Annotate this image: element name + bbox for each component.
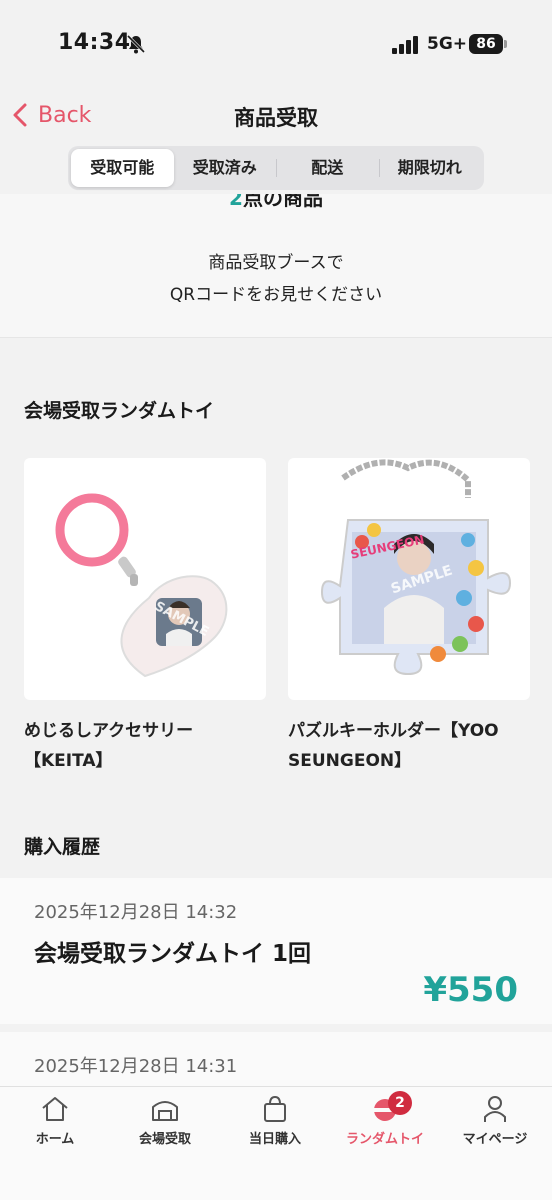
battery-icon: 86: [469, 34, 503, 54]
network-label: 5G+: [427, 34, 468, 54]
product-name-keita-line-2: 【KEITA】: [24, 751, 113, 771]
qr-instruction-card: 2点の商品 商品受取ブースで QRコードをお見せください: [0, 194, 552, 338]
product-name-seungeon-line-1: パズルキーホルダー【YOO: [288, 721, 499, 741]
product-name-seungeon: パズルキーホルダー【YOO SEUNGEON】: [288, 716, 538, 776]
tab-my-page[interactable]: マイページ: [440, 1095, 550, 1147]
product-name-seungeon-line-2: SEUNGEON】: [288, 751, 412, 771]
product-image-keychain: [55, 493, 228, 678]
receive-status-tabs: 受取可能 受取済み 配送 期限切れ: [68, 146, 484, 190]
tab-random-toy-label: ランダムトイ: [345, 1132, 424, 1147]
bottom-tab-bar: ホーム 会場受取 当日購入 2 ランダムトイ マイページ: [0, 1086, 552, 1200]
item-count-number: 2: [229, 194, 243, 210]
qr-instruction-line-2: QRコードをお見せください: [169, 285, 383, 305]
tab-my-page-label: マイページ: [462, 1132, 528, 1147]
random-toy-section-title: 会場受取ランダムトイ: [24, 400, 215, 422]
product-card-keita[interactable]: SAMPLE: [24, 458, 266, 700]
shopping-bag-icon: [264, 1095, 286, 1122]
tab-expired[interactable]: 期限切れ: [378, 149, 482, 187]
history-datetime: 2025年12月28日 14:31: [34, 1056, 238, 1077]
tab-received[interactable]: 受取済み: [174, 149, 277, 187]
status-time: 14:34: [58, 30, 131, 55]
signal-icon: [392, 36, 418, 54]
product-name-keita-line-1: めじるしアクセサリー: [24, 721, 194, 741]
history-entry[interactable]: 2025年12月28日 14:32 会場受取ランダムトイ 1回 ¥550: [0, 878, 552, 1024]
status-bar: 14:34 5G+ 86: [0, 0, 552, 84]
battery-tip: [504, 40, 507, 48]
product-name-keita: めじるしアクセサリー 【KEITA】: [24, 716, 274, 776]
tab-shipping[interactable]: 配送: [276, 149, 379, 187]
tab-home[interactable]: ホーム: [0, 1095, 110, 1147]
item-count: 2点の商品: [0, 194, 552, 216]
history-price: ¥550: [423, 970, 518, 1010]
history-datetime: 2025年12月28日 14:32: [34, 902, 238, 923]
qr-instruction-line-1: 商品受取ブースで: [208, 253, 344, 273]
tab-same-day[interactable]: 当日購入: [220, 1095, 330, 1147]
history-title: 会場受取ランダムトイ 1回: [34, 941, 312, 967]
tab-venue-pickup[interactable]: 会場受取: [110, 1095, 220, 1147]
tab-home-label: ホーム: [35, 1132, 75, 1147]
home-icon: [42, 1097, 68, 1121]
tab-venue-pickup-label: 会場受取: [138, 1132, 191, 1147]
tab-random-toy[interactable]: 2 ランダムトイ: [330, 1091, 440, 1147]
venue-icon: [152, 1101, 178, 1121]
notification-badge: 2: [388, 1091, 412, 1115]
history-entry[interactable]: 2025年12月28日 14:31: [0, 1032, 552, 1092]
tab-receivable[interactable]: 受取可能: [71, 149, 174, 187]
navigation-bar: Back 商品受取: [0, 84, 552, 146]
tab-same-day-label: 当日購入: [248, 1132, 301, 1147]
person-icon: [484, 1096, 506, 1122]
bell-off-icon: [126, 34, 146, 54]
item-count-suffix: 点の商品: [242, 194, 323, 210]
product-card-seungeon[interactable]: SEUNGEON SAMPLE: [288, 458, 530, 700]
purchase-history-title: 購入履歴: [24, 836, 101, 858]
page-title: 商品受取: [234, 106, 318, 130]
